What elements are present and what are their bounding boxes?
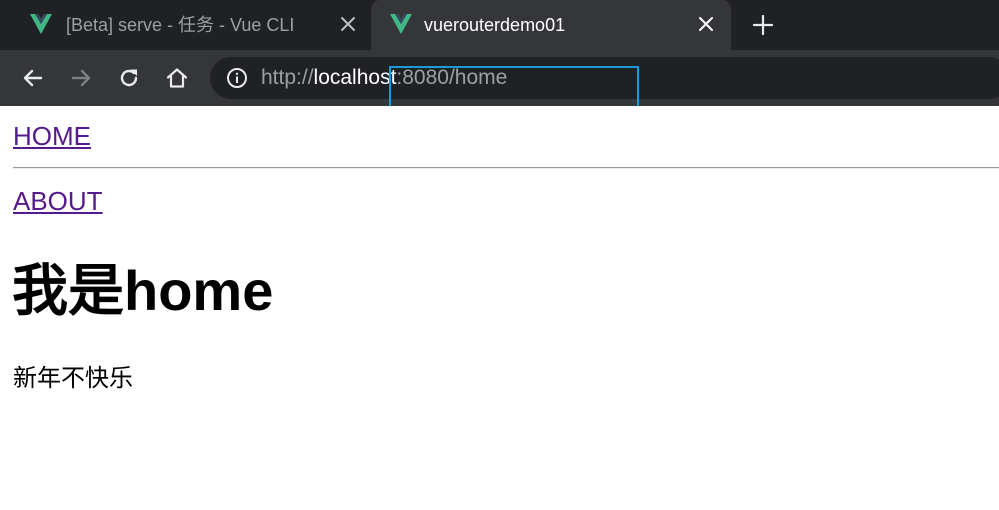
url-text[interactable]: http://localhost:8080/home (261, 66, 507, 90)
arrow-right-icon[interactable] (69, 66, 93, 90)
arrow-left-icon[interactable] (21, 66, 45, 90)
vue-logo-icon (390, 14, 412, 34)
tab-vuerouterdemo01[interactable]: vuerouterdemo01 (371, 0, 731, 50)
close-icon[interactable] (339, 15, 357, 33)
page-heading: 我是home (12, 259, 274, 322)
divider (13, 167, 999, 169)
close-icon[interactable] (697, 15, 715, 33)
plus-icon[interactable] (752, 14, 774, 36)
address-bar[interactable]: http://localhost:8080/home (210, 57, 999, 99)
tab-title: vuerouterdemo01 (424, 15, 566, 35)
page-paragraph: 新年不快乐 (13, 365, 133, 392)
tab-strip: [Beta] serve - 任务 - Vue CLI vuerouterdem… (0, 0, 999, 50)
about-link[interactable]: ABOUT (13, 186, 103, 216)
tab-title: [Beta] serve - 任务 - Vue CLI (66, 15, 295, 35)
info-icon[interactable] (226, 67, 248, 89)
vue-logo-icon (30, 14, 52, 34)
home-link[interactable]: HOME (13, 121, 91, 151)
home-icon[interactable] (165, 66, 189, 90)
reload-icon[interactable] (117, 66, 141, 90)
url-path: :8080/home (396, 66, 508, 89)
page-content: HOME ABOUT 我是home 新年不快乐 (0, 106, 999, 510)
url-host: localhost (313, 66, 397, 89)
browser-toolbar: http://localhost:8080/home (0, 50, 999, 106)
tab-vue-cli[interactable]: [Beta] serve - 任务 - Vue CLI (0, 0, 370, 50)
url-scheme: http:// (261, 66, 314, 89)
